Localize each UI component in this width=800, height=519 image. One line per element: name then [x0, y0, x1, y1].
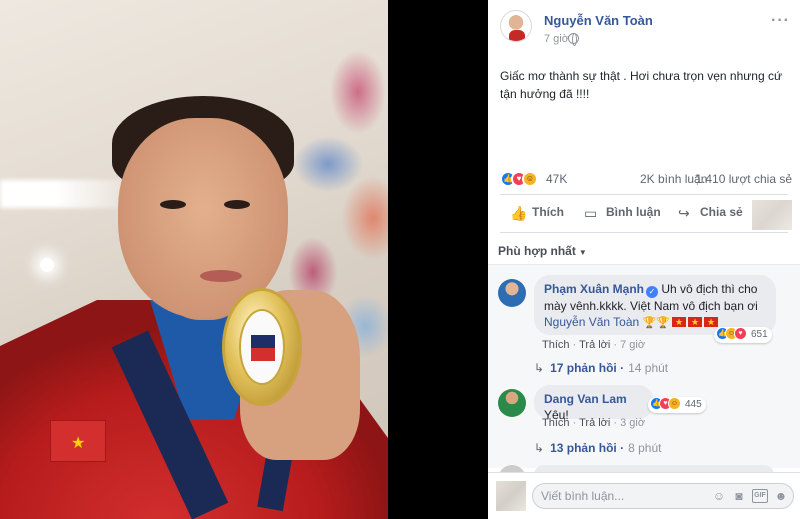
- like-label: Thích: [532, 205, 564, 219]
- comment-meta: Thích · Trả lời · 7 giờ: [542, 339, 646, 351]
- divider: [500, 194, 788, 195]
- like-button[interactable]: 👍 Thích: [510, 205, 564, 220]
- trophy-icon: 🏆: [642, 317, 657, 329]
- comment-composer: ☺ ◙ GIF ☻: [488, 472, 800, 519]
- share-count[interactable]: 1.410 lượt chia sẻ: [695, 172, 792, 186]
- author-name[interactable]: Nguyễn Văn Toàn: [544, 13, 653, 28]
- medal-logo: [251, 335, 275, 361]
- commenter-name[interactable]: Dang Van Lam: [544, 392, 627, 406]
- globe-icon: [568, 33, 579, 46]
- comment-reactions[interactable]: 👍☺ ♥ 651: [714, 327, 772, 343]
- share-label: Chia sẻ: [700, 205, 743, 219]
- page-avatar[interactable]: [752, 200, 792, 230]
- divider: [500, 232, 788, 233]
- viewer-gap: [388, 0, 488, 519]
- current-user-avatar: [496, 481, 526, 511]
- view-replies-link[interactable]: ↳ 13 phản hồi · 8 phút: [534, 441, 661, 455]
- camera-icon[interactable]: ◙: [732, 489, 746, 503]
- post-stats: 👍 ♥ ☺ 47K 2K bình luận 1.410 lượt chia sẻ: [500, 170, 792, 188]
- post-time[interactable]: 7 giờ: [544, 33, 569, 45]
- medal-face: [239, 309, 285, 385]
- reply-arrow-icon: ↳: [534, 441, 545, 455]
- tagged-user[interactable]: Nguyễn Văn Toàn: [544, 315, 639, 329]
- author-avatar[interactable]: [500, 10, 532, 42]
- comment-like-link[interactable]: Thích: [542, 339, 570, 351]
- comment-reaction-count: 651: [751, 329, 768, 340]
- reply-arrow-icon: ↳: [534, 361, 545, 375]
- composer-icons: ☺ ◙ GIF ☻: [706, 489, 788, 505]
- comment-reply-link[interactable]: Trả lời: [579, 417, 610, 429]
- comment-button[interactable]: ▭ Bình luận: [584, 205, 661, 220]
- eye: [224, 200, 250, 209]
- comment-time[interactable]: 3 giờ: [620, 417, 645, 429]
- comments-section: Phạm Xuân Mạnh ✓ Uh vô địch thì cho mày v…: [488, 264, 800, 493]
- replies-count: 17 phản hồi: [550, 361, 617, 375]
- verified-badge-icon: ✓: [646, 286, 659, 298]
- post-header: Nguyễn Văn Toàn 7 giờ ···: [488, 0, 800, 56]
- comment-time[interactable]: 7 giờ: [620, 339, 645, 351]
- share-arrow-icon: ↪: [678, 205, 690, 221]
- gif-icon[interactable]: GIF: [752, 489, 768, 503]
- sort-label: Phù hợp nhất: [498, 244, 576, 258]
- share-button[interactable]: ↪ Chia sẻ: [678, 205, 743, 220]
- eye: [160, 200, 186, 209]
- more-options-icon[interactable]: ···: [771, 12, 790, 30]
- speech-bubble-icon: ▭: [584, 205, 598, 221]
- commenter-avatar[interactable]: [498, 389, 526, 417]
- love-reaction-icon: ♥: [734, 327, 747, 340]
- post-photo[interactable]: ★: [0, 0, 388, 519]
- reaction-count[interactable]: 47K: [546, 172, 567, 186]
- haha-reaction-icon: ☺: [522, 171, 538, 187]
- lips: [200, 270, 242, 282]
- haha-reaction-icon: ☺: [668, 397, 681, 410]
- post-text: Giấc mơ thành sự thật . Hơi chưa trọn vẹ…: [500, 69, 782, 101]
- replies-time: 8 phút: [628, 441, 662, 455]
- vietnam-flag-icon: [703, 314, 718, 330]
- commenter-avatar[interactable]: [498, 279, 526, 307]
- trophy-icon: 🏆: [656, 317, 670, 329]
- flag-badge: ★: [50, 420, 106, 462]
- comment-bubble: Dang Van Lam Yêu!: [534, 385, 654, 422]
- comment-like-link[interactable]: Thích: [542, 417, 570, 429]
- commenter-name[interactable]: Phạm Xuân Mạnh: [544, 282, 644, 296]
- view-replies-link[interactable]: ↳ 17 phản hồi · 14 phút: [534, 361, 668, 375]
- reaction-icons[interactable]: 👍 ♥ ☺: [500, 171, 538, 187]
- vietnam-flag-icon: [687, 314, 702, 330]
- comment-reply-link[interactable]: Trả lời: [579, 339, 610, 351]
- replies-count: 13 phản hồi: [550, 441, 617, 455]
- comment-sort-dropdown[interactable]: Phù hợp nhất ▼: [498, 244, 587, 258]
- sticker-icon[interactable]: ☻: [774, 489, 788, 503]
- post-panel: Nguyễn Văn Toàn 7 giờ ··· Giấc mơ thành …: [488, 0, 800, 519]
- vietnam-flag-icon: [671, 314, 686, 330]
- comment-meta: Thích · Trả lời · 3 giờ: [542, 417, 646, 429]
- caret-down-icon: ▼: [578, 248, 587, 257]
- thumbs-up-icon: 👍: [510, 205, 528, 221]
- emoji-icon[interactable]: ☺: [712, 489, 726, 503]
- gold-medal: [222, 288, 302, 406]
- replies-time: 14 phút: [628, 361, 669, 375]
- comment-label: Bình luận: [606, 205, 661, 219]
- comment-reactions[interactable]: 👍 ♥ ☺ 445: [648, 397, 706, 413]
- comment-reaction-count: 445: [685, 399, 702, 410]
- comment-bubble: Phạm Xuân Mạnh ✓ Uh vô địch thì cho mày v…: [534, 275, 776, 335]
- lamp: [40, 258, 54, 272]
